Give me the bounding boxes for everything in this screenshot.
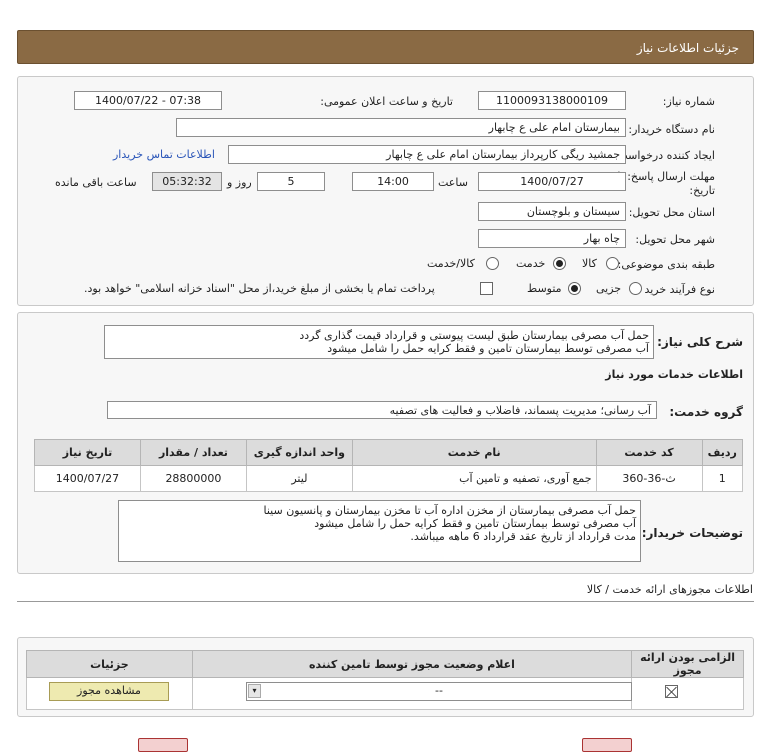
buyer-notes-line-1: حمل آب مصرفی بیمارستان از مخزن اداره آب … (263, 504, 636, 517)
chevron-down-icon: ▾ (248, 684, 261, 698)
announce-datetime-field[interactable]: 1400/07/22 - 07:38 (74, 91, 222, 110)
services-table-header: ردیف کد خدمت نام خدمت واحد اندازه گیری ت… (34, 439, 744, 466)
summary-line-2: آب مصرفی توسط بیمارستان تامین و فقط کرای… (327, 342, 649, 355)
category-radio-goods[interactable] (606, 257, 619, 270)
category-option-goods-service: کالا/خدمت (427, 257, 475, 270)
table-row[interactable]: 1 ث-36-360 جمع آوری، تصفیه و تامین آب لی… (34, 465, 744, 492)
page: جزئیات اطلاعات نیاز شماره نیاز: 11000931… (0, 0, 770, 752)
cell-row: 1 (701, 465, 744, 492)
summary-textarea[interactable]: حمل آب مصرفی بیمارستان طبق لیست پیوستی و… (104, 325, 654, 359)
process-option-medium: متوسط (527, 282, 562, 295)
province-field[interactable]: سیستان و بلوچستان (478, 202, 626, 221)
permits-table: الزامی بودن ارائه مجوز اعلام وضعیت مجوز … (26, 650, 744, 710)
deadline-time-field[interactable]: 14:00 (352, 172, 434, 191)
cell-qty: 28800000 (139, 465, 247, 492)
cell-unit: لیتر (245, 465, 353, 492)
need-number-field[interactable]: 1100093138000109 (478, 91, 626, 110)
remaining-label: ساعت باقی مانده (55, 176, 137, 189)
summary-label: شرح کلی نیاز: (657, 335, 743, 349)
col-qty: تعداد / مقدار (139, 439, 247, 466)
buyer-notes-line-3: مدت قرارداد از تاریخ عقد قرارداد 6 ماهه … (410, 530, 636, 543)
service-group-field[interactable]: آب رسانی؛ مدیریت پسماند، فاضلاب و فعالیت… (107, 401, 657, 419)
bottom-button-left[interactable] (138, 738, 188, 752)
buyer-org-field[interactable]: بیمارستان امام علی ع چابهار (176, 118, 626, 137)
permits-table-header: الزامی بودن ارائه مجوز اعلام وضعیت مجوز … (26, 650, 744, 678)
buyer-org-label: نام دستگاه خریدار: (628, 123, 715, 136)
page-title: جزئیات اطلاعات نیاز (636, 41, 739, 55)
summary-line-1: حمل آب مصرفی بیمارستان طبق لیست پیوستی و… (299, 329, 649, 342)
cell-code: ث-36-360 (595, 465, 703, 492)
col-row: ردیف (701, 439, 744, 466)
permits-divider (17, 601, 754, 602)
process-radio-medium[interactable] (568, 282, 581, 295)
col-name: نام خدمت (351, 439, 597, 466)
services-table: ردیف کد خدمت نام خدمت واحد اندازه گیری ت… (34, 439, 744, 492)
buyer-notes-textarea[interactable]: حمل آب مصرفی بیمارستان از مخزن اداره آب … (118, 500, 641, 562)
need-info-panel (17, 76, 754, 306)
city-label: شهر محل تحویل: (635, 233, 715, 246)
col-code: کد خدمت (595, 439, 703, 466)
requester-label: ایجاد کننده درخواست: (613, 149, 715, 162)
deadline-date-label: تاریخ: (689, 184, 715, 197)
days-label: روز و (227, 176, 252, 189)
category-option-goods: کالا (582, 257, 597, 270)
process-option-minor: جزیی (596, 282, 622, 295)
need-number-label: شماره نیاز: (662, 95, 715, 108)
col-permit-status: اعلام وضعیت مجوز توسط تامین کننده (191, 650, 633, 678)
announce-label: تاریخ و ساعت اعلان عمومی: (320, 95, 453, 108)
cell-permit-required (631, 677, 744, 710)
category-radio-service[interactable] (553, 257, 566, 270)
province-label: استان محل تحویل: (628, 206, 715, 219)
buyer-notes-line-2: آب مصرفی توسط بیمارستان تامین و فقط کرای… (314, 517, 636, 530)
title-bar: جزئیات اطلاعات نیاز (17, 30, 754, 64)
requester-field[interactable]: جمشید ریگی کارپرداز بیمارستان امام علی ع… (228, 145, 626, 164)
process-label: نوع فرآیند خرید : (637, 283, 715, 296)
permit-status-select[interactable]: -- ▾ (246, 682, 632, 701)
col-date: تاریخ نیاز (34, 439, 141, 466)
category-radio-goods-service[interactable] (486, 257, 499, 270)
remaining-days-field[interactable]: 5 (257, 172, 325, 191)
bottom-button-right[interactable] (582, 738, 632, 752)
process-radio-minor[interactable] (629, 282, 642, 295)
category-label: طبقه بندی موضوعی: (617, 258, 715, 271)
category-option-service: خدمت (516, 257, 546, 270)
cell-date: 1400/07/27 (34, 465, 141, 492)
permit-status-value: -- (435, 684, 443, 697)
service-group-label: گروه خدمت: (669, 405, 743, 419)
city-field[interactable]: چاه بهار (478, 229, 626, 248)
view-permit-button[interactable]: مشاهده مجوز (49, 682, 169, 701)
services-section-title: اطلاعات خدمات مورد نیاز (605, 368, 743, 381)
treasury-payment-note: پرداخت تمام یا بخشی از مبلغ خرید،از محل … (84, 282, 435, 295)
permit-required-checkbox-icon (665, 685, 678, 698)
col-permit-required: الزامی بودن ارائه مجوز (631, 650, 744, 678)
time-label: ساعت (438, 176, 468, 189)
treasury-payment-checkbox[interactable] (480, 282, 493, 295)
col-permit-details: جزئیات (26, 650, 193, 678)
permits-section-title: اطلاعات مجوزهای ارائه خدمت / کالا (586, 583, 753, 596)
buyer-contact-link[interactable]: اطلاعات تماس خریدار (113, 148, 215, 161)
cell-name: جمع آوری، تصفیه و تامین آب (351, 465, 597, 492)
col-unit: واحد اندازه گیری (245, 439, 353, 466)
deadline-date-field[interactable]: 1400/07/27 (478, 172, 626, 191)
deadline-label: مهلت ارسال پاسخ: تا (617, 170, 715, 183)
buyer-notes-label: توضیحات خریدار: (641, 526, 743, 540)
remaining-time-field: 05:32:32 (152, 172, 222, 191)
